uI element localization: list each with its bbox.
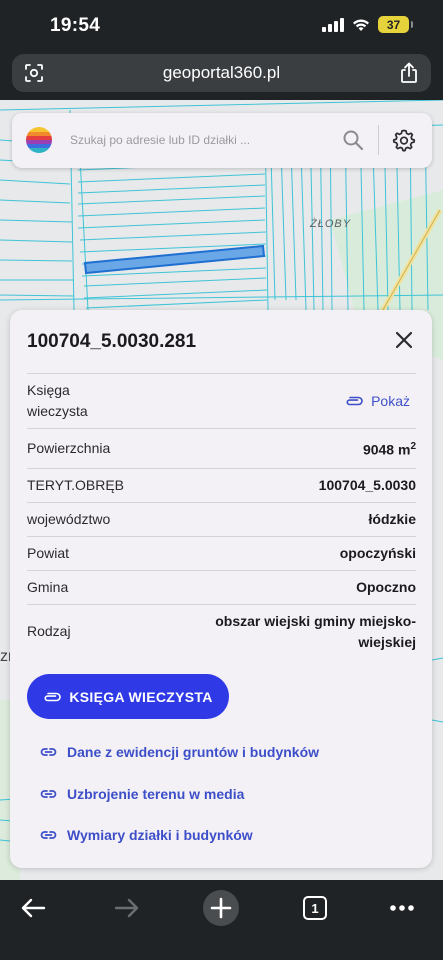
show-ksiega-link[interactable]: Pokaż [345,393,410,409]
row-label: województwo [27,511,111,527]
row-value: opoczyński [339,545,416,561]
row-label: Rodzaj [27,623,71,639]
close-icon[interactable] [394,330,414,350]
row-value: obszar wiejski gminy miejsko-wiejskiej [215,612,416,650]
status-time: 19:54 [50,15,101,36]
link-ewidencja[interactable]: Dane z ewidencji gruntów i budynków [40,744,319,760]
status-bar: 19:54 37 [0,0,443,52]
paperclip-icon [44,692,62,701]
battery-icon: 37 [378,16,413,33]
search-icon[interactable] [342,129,364,151]
row-powierzchnia: Powierzchnia 9048 m2 [27,428,416,468]
parcel-attributes: Księga wieczysta Pokaż Powierzchnia 9048… [27,373,416,658]
link-icon [40,748,57,756]
search-input[interactable]: Szukaj po adresie lub ID działki ... [70,133,250,147]
ksiega-wieczysta-button-label: KSIĘGA WIECZYSTA [69,688,213,705]
row-value: 9048 m2 [362,441,416,458]
row-powiat: Powiat opoczyński [27,536,416,570]
geoportal-logo [26,127,52,153]
ksiega-wieczysta-button[interactable]: KSIĘGA WIECZYSTA [27,674,229,719]
plus-icon [203,890,239,926]
link-icon [40,831,57,839]
search-box[interactable]: Szukaj po adresie lub ID działki ... [12,113,432,168]
signal-icon [322,17,344,32]
row-gmina: Gmina Opoczno [27,570,416,604]
wifi-icon [353,18,369,31]
browser-bottom-bar: 1 [0,880,443,960]
page-settings-icon[interactable] [24,63,44,83]
parcel-id-title: 100704_5.0030.281 [27,331,197,352]
row-label: Gmina [27,579,69,595]
search-divider [378,125,379,155]
link-icon [40,790,57,798]
link-uzbrojenie[interactable]: Uzbrojenie terenu w media [40,786,244,802]
browser-toolbar: geoportal360.pl [0,52,443,100]
link-wymiary[interactable]: Wymiary działki i budynków [40,827,253,843]
more-dots-icon [390,905,414,911]
forward-button[interactable] [107,888,147,928]
back-button[interactable] [13,888,53,928]
row-value: 100704_5.0030 [318,477,416,493]
row-label: Powiat [27,545,70,561]
row-value: Opoczno [356,579,416,595]
row-ksiega-wieczysta: Księga wieczysta Pokaż [27,373,416,428]
row-rodzaj: Rodzaj obszar wiejski gminy miejsko-wiej… [27,604,416,658]
tabs-button[interactable]: 1 [295,888,335,928]
share-icon[interactable] [399,62,419,84]
tabs-count-icon: 1 [303,896,327,920]
new-tab-button[interactable] [201,888,241,928]
more-menu-button[interactable] [382,888,422,928]
row-label: TERYT.OBRĘB [27,477,124,493]
gear-icon[interactable] [392,128,416,152]
row-label: Księga wieczysta [27,382,88,419]
parcel-info-panel: 100704_5.0030.281 Księga wieczysta Pokaż… [10,310,432,868]
url-text: geoportal360.pl [162,63,281,82]
row-teryt-obreb: TERYT.OBRĘB 100704_5.0030 [27,468,416,502]
url-bar[interactable]: geoportal360.pl [12,54,431,92]
status-icons: 37 [322,16,413,33]
row-label: Powierzchnia [27,440,111,456]
arrow-right-icon [114,898,139,918]
row-wojewodztwo: województwo łódzkie [27,502,416,536]
map-place-label: ŻŁOBY [310,218,352,230]
paperclip-icon [346,396,363,406]
arrow-left-icon [21,898,46,918]
row-value: łódzkie [368,511,416,527]
